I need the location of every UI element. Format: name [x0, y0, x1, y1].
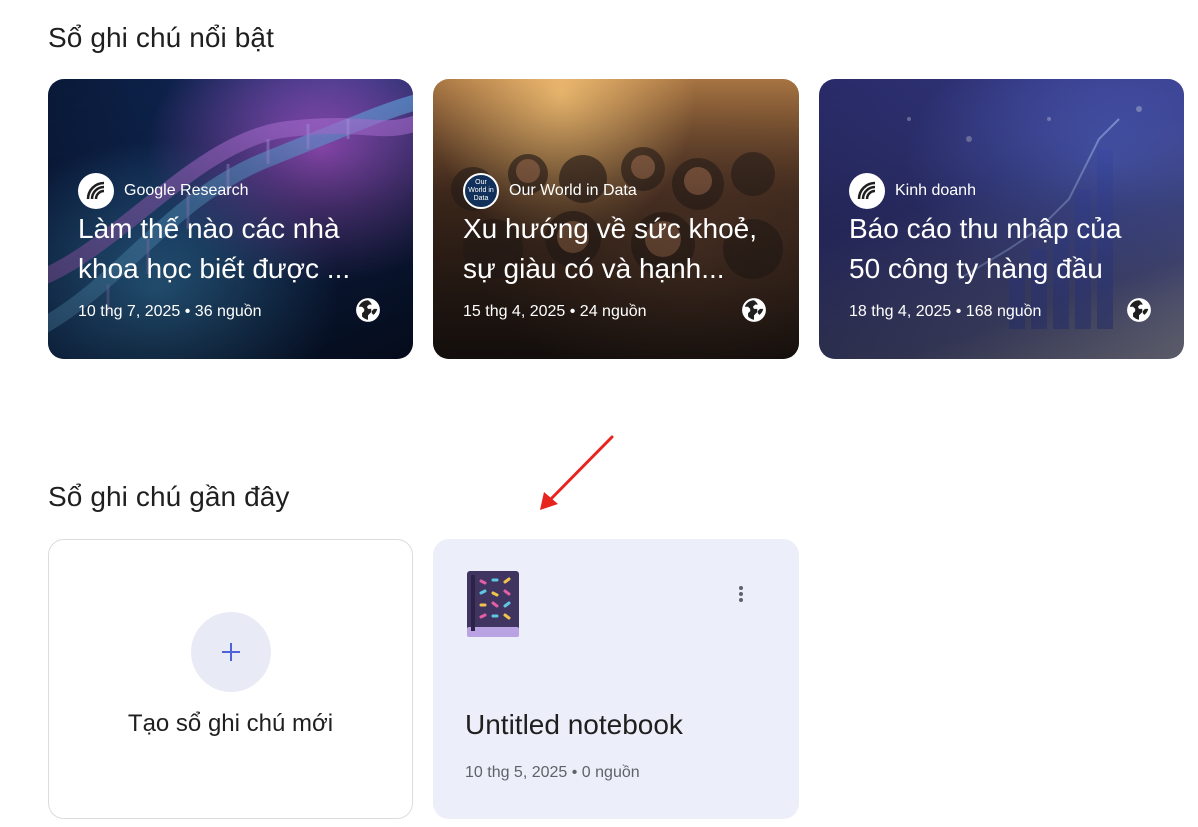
notebook-title: Untitled notebook — [465, 709, 683, 740]
globe-icon — [1127, 298, 1151, 322]
more-options-icon[interactable] — [729, 581, 753, 607]
notebook-card[interactable]: Untitled notebook 10 thg 5, 2025 • 0 ngu… — [433, 539, 799, 819]
recent-section-title: Sổ ghi chú gần đây — [48, 481, 290, 512]
plus-icon — [191, 612, 271, 692]
card-meta: 10 thg 7, 2025 • 36 nguồn — [78, 303, 262, 320]
card-source: Google Research — [78, 173, 249, 209]
card-title: Làm thế nào các nhà khoa học biết được .… — [78, 213, 351, 284]
featured-notebook-card[interactable]: Kinh doanh Báo cáo thu nhập của 50 công … — [819, 79, 1184, 359]
our-world-in-data-logo-icon: Our World in Data — [463, 173, 499, 209]
card-source: Kinh doanh — [849, 173, 976, 209]
globe-icon — [742, 298, 766, 322]
google-research-logo-icon — [849, 173, 885, 209]
card-meta: 18 thg 4, 2025 • 168 nguồn — [849, 303, 1042, 320]
notebook-emoji-icon — [467, 571, 519, 637]
create-notebook-button[interactable]: Tạo sổ ghi chú mới — [48, 539, 413, 819]
card-source-name: Kinh doanh — [895, 182, 976, 199]
annotation-arrow-icon — [540, 435, 614, 510]
card-source-name: Our World in Data — [509, 182, 637, 199]
globe-icon — [356, 298, 380, 322]
notebook-meta: 10 thg 5, 2025 • 0 nguồn — [465, 764, 640, 781]
featured-notebook-card[interactable]: Google Research Làm thế nào các nhà khoa… — [48, 79, 413, 359]
card-source: Our World in Data Our World in Data — [463, 173, 637, 209]
featured-section-title: Sổ ghi chú nổi bật — [48, 22, 274, 53]
google-research-logo-icon — [78, 173, 114, 209]
create-notebook-label: Tạo sổ ghi chú mới — [127, 710, 334, 737]
card-title: Báo cáo thu nhập của 50 công ty hàng đầu — [849, 213, 1122, 284]
card-meta: 15 thg 4, 2025 • 24 nguồn — [463, 303, 647, 320]
featured-notebook-card[interactable]: Our World in Data Our World in Data Xu h… — [433, 79, 799, 359]
card-title: Xu hướng về sức khoẻ, sự giàu có và hạnh… — [463, 213, 757, 284]
card-source-name: Google Research — [124, 182, 249, 199]
